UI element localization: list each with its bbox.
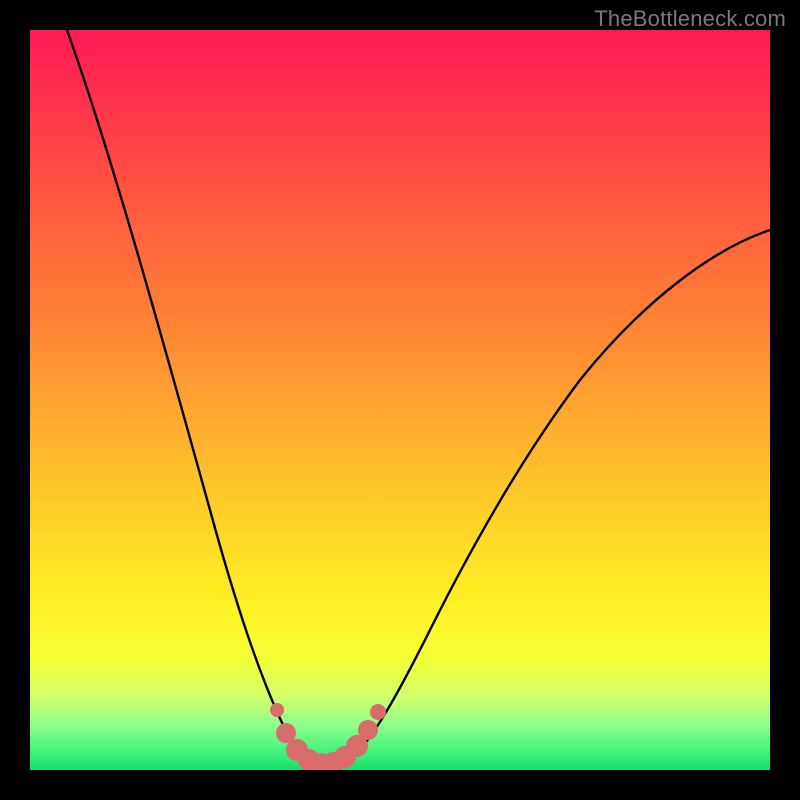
chart-frame: TheBottleneck.com xyxy=(0,0,800,800)
highlighted-points xyxy=(270,703,386,770)
chart-plot-area xyxy=(30,30,770,770)
chart-overlay xyxy=(30,30,770,770)
watermark-text: TheBottleneck.com xyxy=(594,6,786,32)
bottleneck-curve xyxy=(67,30,770,766)
